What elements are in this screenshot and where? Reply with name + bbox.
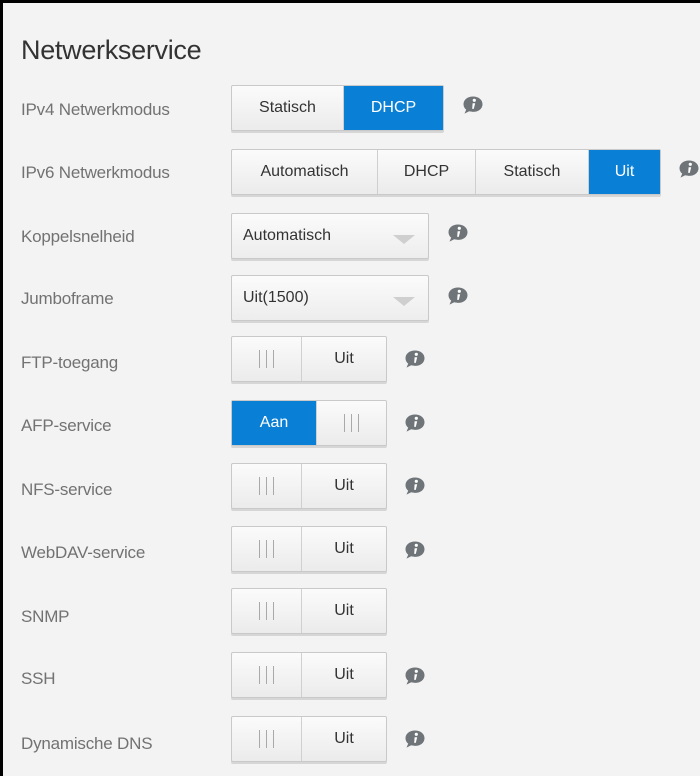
toggle-grip	[232, 653, 302, 697]
ssh-label: SSH	[21, 669, 56, 688]
ssh-toggle[interactable]: Uit	[231, 652, 387, 698]
ftp-access-label: FTP-toegang	[21, 353, 119, 372]
afp-service-toggle[interactable]: Aan	[231, 400, 387, 446]
nfs-service-toggle[interactable]: Uit	[231, 463, 387, 509]
afp-service-label: AFP-service	[21, 416, 112, 435]
link-speed-label: Koppelsnelheid	[21, 227, 135, 246]
info-icon[interactable]	[404, 540, 426, 560]
snmp-label: SNMP	[21, 607, 70, 626]
toggle-state: Uit	[334, 477, 354, 494]
info-icon[interactable]	[404, 666, 426, 686]
toggle-grip	[232, 527, 302, 571]
link-speed-dropdown[interactable]: Automatisch	[231, 213, 429, 259]
dynamic-dns-toggle[interactable]: Uit	[231, 716, 387, 762]
toggle-state: Aan	[232, 401, 316, 445]
info-icon[interactable]	[462, 95, 484, 115]
ipv6-mode-selector: Automatisch DHCP Statisch Uit	[231, 149, 661, 195]
chevron-down-icon	[393, 297, 415, 306]
toggle-grip	[232, 717, 302, 761]
chevron-down-icon	[393, 235, 415, 244]
webdav-service-toggle[interactable]: Uit	[231, 526, 387, 572]
webdav-service-label: WebDAV-service	[21, 543, 146, 562]
ipv6-option-automatic[interactable]: Automatisch	[232, 150, 378, 194]
dynamic-dns-label: Dynamische DNS	[21, 734, 153, 753]
ipv6-option-static[interactable]: Statisch	[476, 150, 589, 194]
jumbo-frame-value: Uit(1500)	[243, 289, 309, 306]
info-icon[interactable]	[447, 223, 469, 243]
info-icon[interactable]	[678, 159, 700, 179]
snmp-toggle[interactable]: Uit	[231, 588, 387, 634]
network-service-panel: Netwerkservice IPv4 Netwerkmodus Statisc…	[0, 0, 700, 776]
page-title: Netwerkservice	[21, 35, 202, 65]
ipv6-option-off[interactable]: Uit	[589, 150, 660, 194]
info-icon[interactable]	[404, 476, 426, 496]
info-icon[interactable]	[404, 349, 426, 369]
toggle-state: Uit	[334, 730, 354, 747]
toggle-state: Uit	[334, 602, 354, 619]
ipv6-option-dhcp[interactable]: DHCP	[378, 150, 476, 194]
ipv4-option-static[interactable]: Statisch	[232, 86, 344, 130]
jumbo-frame-label: Jumboframe	[21, 289, 114, 308]
ipv4-mode-label: IPv4 Netwerkmodus	[21, 100, 170, 119]
ipv4-option-dhcp[interactable]: DHCP	[344, 86, 443, 130]
toggle-state: Uit	[334, 540, 354, 557]
jumbo-frame-dropdown[interactable]: Uit(1500)	[231, 275, 429, 321]
info-icon[interactable]	[404, 413, 426, 433]
link-speed-value: Automatisch	[243, 227, 332, 244]
toggle-grip	[232, 337, 302, 381]
toggle-grip	[232, 589, 302, 633]
toggle-state: Uit	[334, 666, 354, 683]
toggle-state: Uit	[334, 350, 354, 367]
info-icon[interactable]	[447, 286, 469, 306]
toggle-grip	[232, 464, 302, 508]
nfs-service-label: NFS-service	[21, 480, 113, 499]
ipv4-mode-selector: Statisch DHCP	[231, 85, 444, 131]
toggle-grip	[316, 401, 386, 445]
ipv6-mode-label: IPv6 Netwerkmodus	[21, 163, 170, 182]
ftp-access-toggle[interactable]: Uit	[231, 336, 387, 382]
info-icon[interactable]	[404, 729, 426, 749]
